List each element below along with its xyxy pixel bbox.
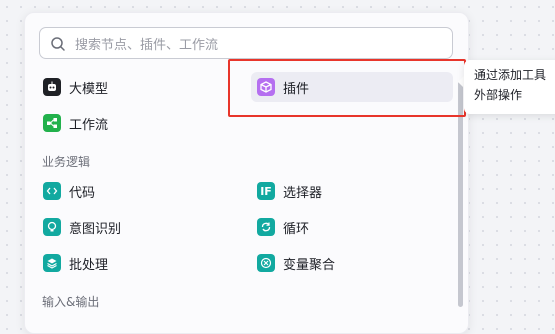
tooltip-line-1: 通过添加工具 — [474, 68, 547, 82]
node-label: 意图识别 — [69, 221, 122, 237]
loop-icon — [257, 218, 275, 236]
if-icon: IF — [257, 182, 275, 200]
node-code[interactable]: 代码 — [43, 177, 95, 205]
node-label: 大模型 — [69, 81, 109, 97]
section-title-io: 输入&输出 — [42, 295, 100, 309]
search-icon — [51, 37, 65, 51]
aggregate-icon — [257, 254, 275, 272]
layers-icon — [43, 254, 61, 272]
node-intent[interactable]: 意图识别 — [43, 213, 121, 241]
bulb-icon — [43, 218, 61, 236]
node-llm[interactable]: 大模型 — [43, 73, 108, 101]
node-label: 批处理 — [69, 257, 109, 273]
node-workflow[interactable]: 工作流 — [43, 109, 108, 137]
node-label: 选择器 — [283, 185, 323, 201]
plugin-tooltip: 通过添加工具 外部操作 — [464, 60, 555, 114]
code-icon — [43, 182, 61, 200]
node-batch[interactable]: 批处理 — [43, 249, 108, 277]
node-loop[interactable]: 循环 — [257, 213, 309, 241]
robot-icon — [43, 78, 61, 96]
section-title-logic: 业务逻辑 — [42, 155, 91, 169]
tooltip-line-2: 外部操作 — [474, 88, 523, 102]
node-label: 变量聚合 — [283, 257, 336, 273]
search-box[interactable] — [39, 27, 453, 59]
node-aggregate[interactable]: 变量聚合 — [257, 249, 335, 277]
node-selector[interactable]: IF 选择器 — [257, 177, 322, 205]
node-label: 循环 — [283, 221, 310, 237]
node-label: 代码 — [69, 185, 96, 201]
highlight-box — [228, 59, 466, 117]
search-input[interactable] — [73, 34, 437, 56]
flow-icon — [43, 114, 61, 132]
node-label: 工作流 — [69, 117, 109, 133]
